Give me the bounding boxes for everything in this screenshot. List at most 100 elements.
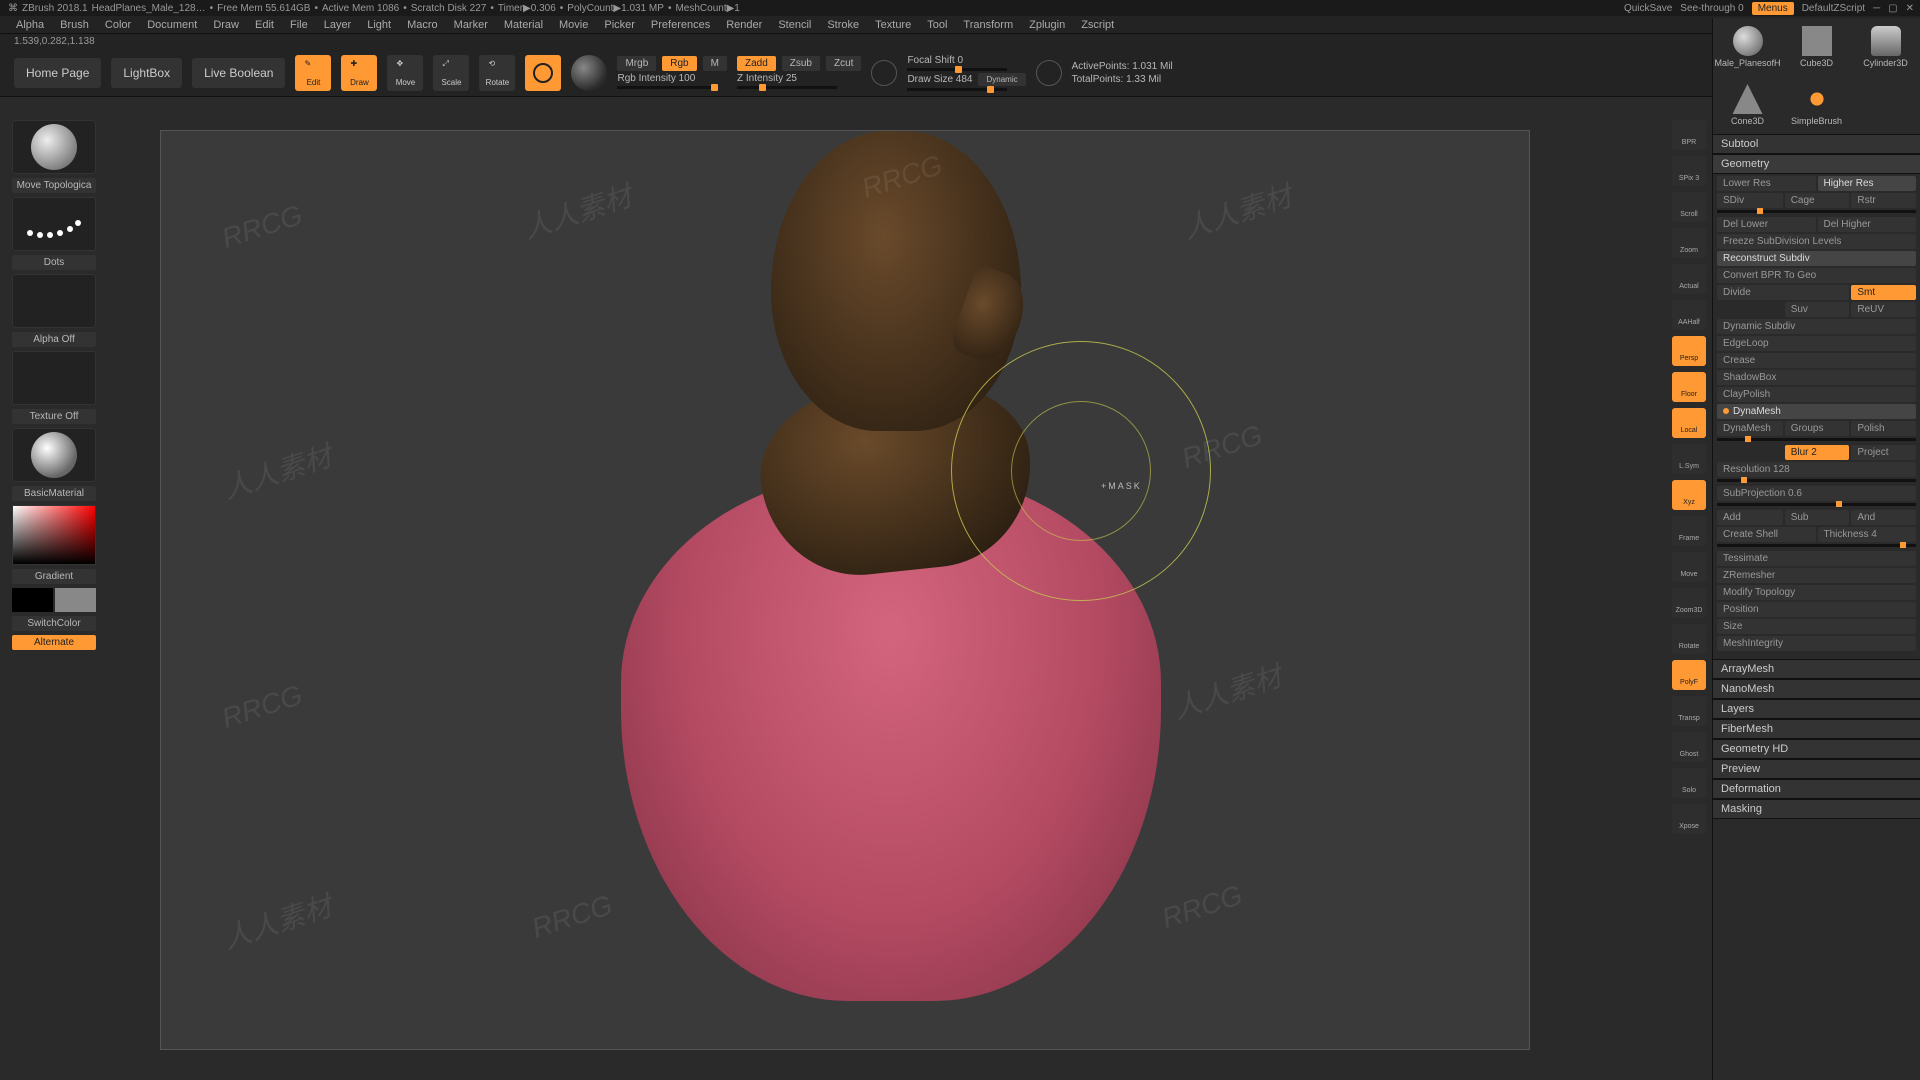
qtool-cylinder3d[interactable]: Cylinder3D xyxy=(1851,18,1920,76)
rt-scroll[interactable]: Scroll xyxy=(1672,192,1706,222)
menu-preferences[interactable]: Preferences xyxy=(651,19,710,31)
createshell-button[interactable]: Create Shell xyxy=(1717,527,1816,542)
sub-button[interactable]: Sub xyxy=(1785,510,1850,525)
masking-header[interactable]: Masking xyxy=(1713,799,1920,819)
geometry-header[interactable]: Geometry xyxy=(1713,154,1920,174)
blur-button[interactable]: Blur 2 xyxy=(1785,445,1850,460)
rt-zoom3d[interactable]: Zoom3D xyxy=(1672,588,1706,618)
convertbpr-button[interactable]: Convert BPR To Geo xyxy=(1717,268,1916,283)
dynamic-button[interactable]: Dynamic xyxy=(978,73,1025,86)
resolution-slider[interactable]: Resolution 128 xyxy=(1717,462,1916,477)
menu-zscript[interactable]: Zscript xyxy=(1081,19,1114,31)
position-row[interactable]: Position xyxy=(1717,602,1916,617)
mrgb-button[interactable]: Mrgb xyxy=(617,56,656,71)
focal-shift-label[interactable]: Focal Shift 0 xyxy=(907,55,1025,66)
alpha-swatch[interactable] xyxy=(12,274,96,328)
divide-button[interactable]: Divide xyxy=(1717,285,1849,300)
z-intensity-label[interactable]: Z Intensity 25 xyxy=(737,73,861,84)
project-button[interactable]: Project xyxy=(1851,445,1916,460)
close-icon[interactable]: ✕ xyxy=(1906,3,1914,14)
delhigher-button[interactable]: Del Higher xyxy=(1818,217,1917,232)
sdiv-bar[interactable] xyxy=(1717,210,1916,213)
sdiv-slider[interactable]: SDiv xyxy=(1717,193,1783,208)
reconstruct-button[interactable]: Reconstruct Subdiv xyxy=(1717,251,1916,266)
higherres-button[interactable]: Higher Res xyxy=(1818,176,1917,191)
menu-transform[interactable]: Transform xyxy=(963,19,1013,31)
menu-brush[interactable]: Brush xyxy=(60,19,89,31)
rt-spix-3[interactable]: SPix 3 xyxy=(1672,156,1706,186)
dynamesh-header[interactable]: DynaMesh xyxy=(1717,404,1916,419)
modifytopo-row[interactable]: Modify Topology xyxy=(1717,585,1916,600)
reuv-button[interactable]: ReUV xyxy=(1851,302,1916,317)
dynamesh-button[interactable]: DynaMesh xyxy=(1717,421,1783,436)
quicksave-button[interactable]: QuickSave xyxy=(1624,3,1672,14)
rgb-intensity-label[interactable]: Rgb Intensity 100 xyxy=(617,73,727,84)
color-picker[interactable] xyxy=(12,505,96,565)
rt-zoom[interactable]: Zoom xyxy=(1672,228,1706,258)
rt-solo[interactable]: Solo xyxy=(1672,768,1706,798)
freeze-button[interactable]: Freeze SubDivision Levels xyxy=(1717,234,1916,249)
deformation-header[interactable]: Deformation xyxy=(1713,779,1920,799)
brush-label[interactable]: Move Topologica xyxy=(12,178,96,193)
zcut-button[interactable]: Zcut xyxy=(826,56,861,71)
draw-button[interactable]: ✚Draw xyxy=(341,55,377,91)
lightbox-button[interactable]: LightBox xyxy=(111,58,182,88)
lowerres-button[interactable]: Lower Res xyxy=(1717,176,1816,191)
menu-edit[interactable]: Edit xyxy=(255,19,274,31)
qtool-cube3d[interactable]: Cube3D xyxy=(1782,18,1851,76)
maximize-icon[interactable]: ▢ xyxy=(1888,3,1897,14)
stroke-swatch[interactable] xyxy=(12,197,96,251)
alpha-label[interactable]: Alpha Off xyxy=(12,332,96,347)
rt-xyz[interactable]: Xyz xyxy=(1672,480,1706,510)
menu-render[interactable]: Render xyxy=(726,19,762,31)
rt-bpr[interactable]: BPR xyxy=(1672,120,1706,150)
arraymesh-header[interactable]: ArrayMesh xyxy=(1713,659,1920,679)
rt-local[interactable]: Local xyxy=(1672,408,1706,438)
zsub-button[interactable]: Zsub xyxy=(782,56,820,71)
geometryhd-header[interactable]: Geometry HD xyxy=(1713,739,1920,759)
rt-transp[interactable]: Transp xyxy=(1672,696,1706,726)
subprojection-slider[interactable]: SubProjection 0.6 xyxy=(1717,486,1916,501)
defaultzscript-button[interactable]: DefaultZScript xyxy=(1802,3,1865,14)
rt-floor[interactable]: Floor xyxy=(1672,372,1706,402)
rt-persp[interactable]: Persp xyxy=(1672,336,1706,366)
nanomesh-header[interactable]: NanoMesh xyxy=(1713,679,1920,699)
viewport[interactable]: +MASK RRCG 人人素材 RRCG 人人素材 人人素材 RRCG RRCG… xyxy=(160,130,1530,1050)
menu-alpha[interactable]: Alpha xyxy=(16,19,44,31)
and-button[interactable]: And xyxy=(1851,510,1916,525)
menu-color[interactable]: Color xyxy=(105,19,131,31)
switchcolor-button[interactable]: SwitchColor xyxy=(12,616,96,631)
rt-frame[interactable]: Frame xyxy=(1672,516,1706,546)
texture-swatch[interactable] xyxy=(12,351,96,405)
edgeloop-row[interactable]: EdgeLoop xyxy=(1717,336,1916,351)
subtool-header[interactable]: Subtool xyxy=(1713,134,1920,154)
menu-stencil[interactable]: Stencil xyxy=(778,19,811,31)
dynamicsubdiv-row[interactable]: Dynamic Subdiv xyxy=(1717,319,1916,334)
stroke-label[interactable]: Dots xyxy=(12,255,96,270)
menu-movie[interactable]: Movie xyxy=(559,19,588,31)
liveboolean-button[interactable]: Live Boolean xyxy=(192,58,285,88)
homepage-button[interactable]: Home Page xyxy=(14,58,101,88)
meshintegrity-row[interactable]: MeshIntegrity xyxy=(1717,636,1916,651)
menu-draw[interactable]: Draw xyxy=(213,19,239,31)
material-label[interactable]: BasicMaterial xyxy=(12,486,96,501)
size-row[interactable]: Size xyxy=(1717,619,1916,634)
smt-button[interactable]: Smt xyxy=(1851,285,1916,300)
menu-macro[interactable]: Macro xyxy=(407,19,438,31)
texture-label[interactable]: Texture Off xyxy=(12,409,96,424)
rgb-intensity-slider[interactable] xyxy=(617,86,717,89)
z-intensity-slider[interactable] xyxy=(737,86,837,89)
menu-material[interactable]: Material xyxy=(504,19,543,31)
qtool-cone3d[interactable]: Cone3D xyxy=(1713,76,1782,134)
scale-button[interactable]: ⤢Scale xyxy=(433,55,469,91)
menu-picker[interactable]: Picker xyxy=(604,19,635,31)
shadowbox-row[interactable]: ShadowBox xyxy=(1717,370,1916,385)
move-button[interactable]: ✥Move xyxy=(387,55,423,91)
rt-polyf[interactable]: PolyF xyxy=(1672,660,1706,690)
preview-header[interactable]: Preview xyxy=(1713,759,1920,779)
color-primary[interactable] xyxy=(55,588,96,612)
dellower-button[interactable]: Del Lower xyxy=(1717,217,1816,232)
suv-button[interactable]: Suv xyxy=(1785,302,1850,317)
rgb-button[interactable]: Rgb xyxy=(662,56,696,71)
edit-button[interactable]: ✎Edit xyxy=(295,55,331,91)
